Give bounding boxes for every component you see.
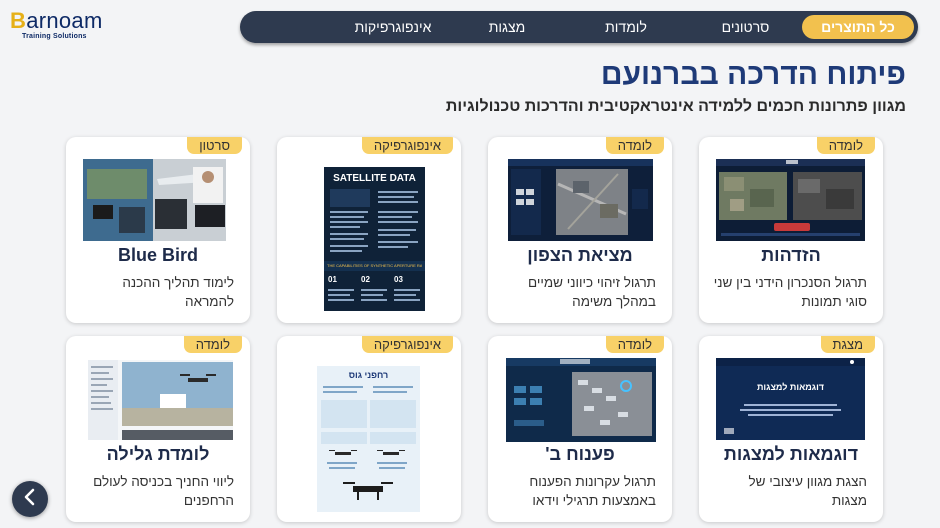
card-thumbnail xyxy=(506,358,656,442)
card-title: Blue Bird xyxy=(117,245,198,265)
page-title: פיתוח הדרכה בברנועם xyxy=(600,58,906,91)
card-title: לומדת גלילה xyxy=(106,444,210,464)
card-description: הצגת מגוון עיצובי של מצגות xyxy=(748,474,867,508)
product-card-satellite-infographic[interactable]: אינפוגרפיקה SATELLITE DATA THE CAPABILIT… xyxy=(277,137,461,323)
card-description: ליווי החניך בכניסה לעולם הרחפנים xyxy=(93,474,234,508)
nav-tab-videos[interactable]: סרטונים xyxy=(689,19,802,35)
card-type-badge: סרטון xyxy=(187,137,242,154)
logo-wordmark: Barnoam xyxy=(10,8,103,33)
card-thumbnail xyxy=(508,159,653,241)
nav-tab-presentations[interactable]: מצגות xyxy=(451,19,563,35)
card-description: תרגול עקרונות הפענוח באמצעות תרגילי וידא… xyxy=(529,474,656,508)
card-type-badge: מצגת xyxy=(820,336,875,353)
product-card-find-north[interactable]: לומדה מציאת הצפון תרגול זיהוי כיווני שמי… xyxy=(488,137,672,323)
card-thumbnail xyxy=(88,360,233,440)
logo-tagline: Training Solutions xyxy=(22,33,87,40)
product-card-presentation-samples[interactable]: מצגת דוגמאות למצגות דוגמאות למצגות הצגת … xyxy=(699,336,883,522)
card-type-badge: לומדה xyxy=(816,137,875,154)
product-card-decoding-b[interactable]: לומדה פענוח ב' תרגול עקרונות הפענוח באמצ… xyxy=(488,336,672,522)
card-description: תרגול הסנכרון הידני בין שני סוגי תמונות xyxy=(713,275,867,309)
card-type-badge: אינפוגרפיקה xyxy=(361,137,453,154)
card-thumbnail: דוגמאות למצגות xyxy=(716,358,865,440)
card-thumbnail xyxy=(83,159,226,241)
card-thumbnail xyxy=(716,159,865,241)
card-type-badge: אינפוגרפיקה xyxy=(361,336,453,353)
card-thumbnail: רחפני גוס xyxy=(317,366,420,512)
infographic-number: 03 xyxy=(394,275,403,284)
nav-tab-lessons[interactable]: לומדות xyxy=(563,19,689,35)
nav-tab-all-products[interactable]: כל התוצרים xyxy=(802,15,914,39)
card-title: פענוח ב' xyxy=(545,444,615,464)
card-title: מציאת הצפון xyxy=(527,245,633,265)
infographic-number: 01 xyxy=(328,275,337,284)
card-description: תרגול זיהוי כיווני שמיים במהלך משימה xyxy=(527,275,656,309)
card-title: דוגמאות למצגות xyxy=(723,444,859,464)
card-title: הזדהות xyxy=(761,245,821,265)
category-nav: כל התוצרים סרטונים לומדות מצגות אינפוגרפ… xyxy=(240,11,918,43)
chevron-left-icon xyxy=(22,488,38,510)
card-description: לימוד תהליך ההכנה להמראה xyxy=(122,275,234,309)
nav-tab-infographics[interactable]: אינפוגרפיקות xyxy=(335,19,451,35)
card-type-badge: לומדה xyxy=(605,137,664,154)
page-subtitle: מגוון פתרונות חכמים ללמידה אינטראקטיבית … xyxy=(445,98,906,115)
card-type-badge: לומדה xyxy=(605,336,664,353)
product-card-scroll-lesson[interactable]: לומדה לומדת גלילה ליווי החניך בכניסה לעו… xyxy=(66,336,250,522)
back-button[interactable] xyxy=(12,481,48,517)
barnoam-logo[interactable]: Barnoam Training Solutions xyxy=(10,8,120,42)
product-card-blue-bird[interactable]: סרטון Blue Bird לימוד תהליך ההכנה להמראה xyxy=(66,137,250,323)
product-card-drones-infographic[interactable]: אינפוגרפיקה רחפני גוס xyxy=(277,336,461,522)
card-thumbnail: SATELLITE DATA THE CAPABILITIES OF SYNTH… xyxy=(324,167,425,311)
infographic-number: 02 xyxy=(361,275,370,284)
product-card-identification[interactable]: לומדה הזדהות תרגול הסנכרון הידני בין שני… xyxy=(699,137,883,323)
infographic-subheading: THE CAPABILITIES OF SYNTHETIC APERTURE R… xyxy=(327,263,422,268)
card-type-badge: לומדה xyxy=(183,336,242,353)
